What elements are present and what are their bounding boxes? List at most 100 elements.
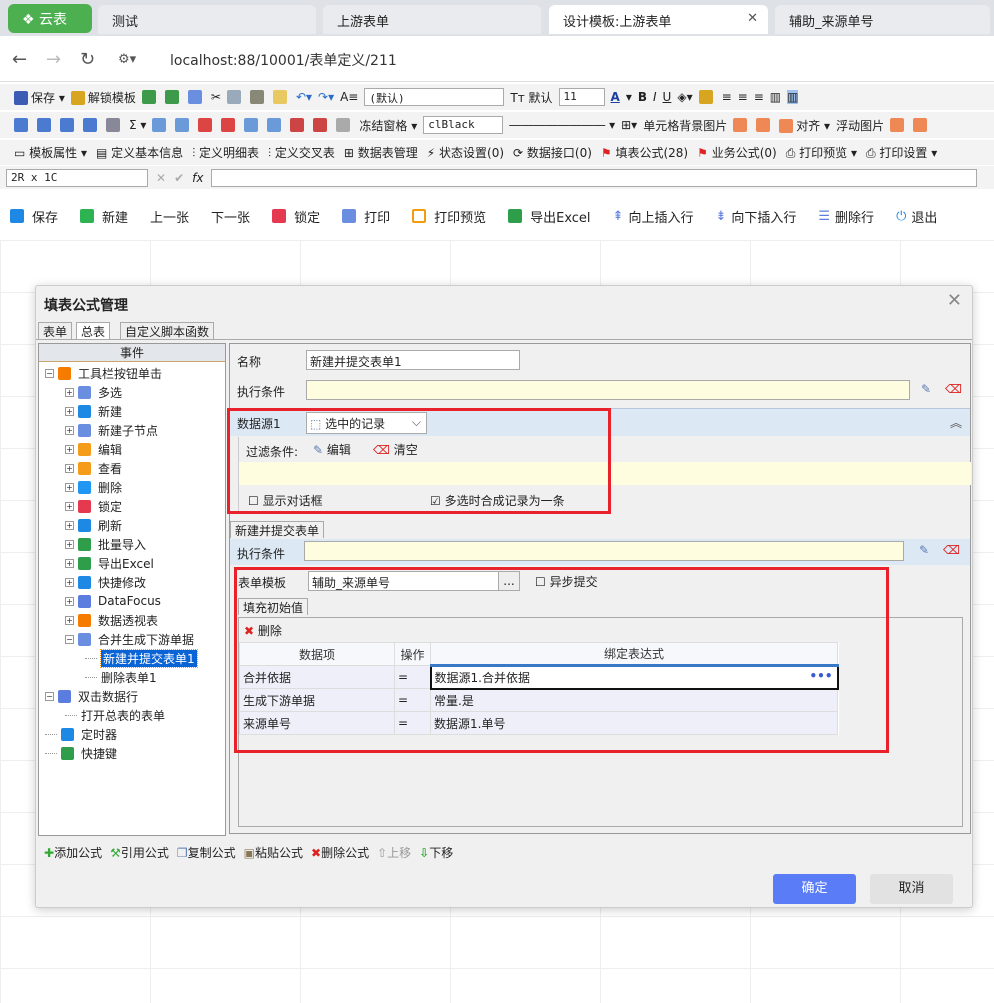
forward-icon[interactable]: → — [46, 49, 61, 70]
tree-node[interactable]: 删除表单1 — [85, 668, 157, 686]
browser-tab-active[interactable]: 设计模板:上游表单 ✕ — [549, 5, 768, 34]
cancel-icon[interactable]: ✕ — [156, 171, 166, 185]
add-formula-button[interactable]: ✚添加公式 — [44, 844, 102, 861]
color-select[interactable]: clBlack — [423, 116, 504, 134]
tree-node[interactable]: + 编辑 — [65, 440, 122, 458]
basic-info-tool[interactable]: ▤ 定义基本信息 — [96, 144, 183, 161]
eraser-icon[interactable]: ⌫ — [945, 382, 962, 396]
add-row-icon[interactable] — [175, 118, 190, 132]
tree-node[interactable]: 定时器 — [45, 725, 117, 743]
move-down-button[interactable]: ⇩下移 — [419, 844, 453, 861]
cut-icon[interactable]: ✂ — [211, 90, 221, 104]
close-icon[interactable]: ✕ — [947, 290, 962, 311]
delete-row-button[interactable]: ☰ 删除行 — [818, 207, 874, 226]
font-select[interactable]: (默认) — [364, 88, 505, 106]
align-left-icon[interactable]: ≡ — [722, 90, 732, 104]
browser-tab[interactable]: 测试 — [98, 5, 316, 34]
table-icon[interactable] — [14, 118, 28, 132]
insert-below-button[interactable]: ⇟ 向下插入行 — [715, 207, 796, 226]
unlock-tool[interactable]: 解锁模板 — [70, 89, 136, 106]
cross-table-tool[interactable]: ⫶ 定义交叉表 — [268, 144, 335, 161]
close-icon[interactable]: ✕ — [747, 11, 758, 26]
tab-master[interactable]: 总表 — [76, 322, 111, 339]
formula-input[interactable] — [211, 168, 978, 187]
line-style-select[interactable]: ―――――――― ▾ — [509, 118, 615, 132]
condition-input[interactable] — [306, 380, 910, 400]
font-color-icon[interactable]: A — [611, 90, 620, 104]
tree-node[interactable]: + 查看 — [65, 459, 122, 477]
delete-formula-button[interactable]: ✖删除公式 — [311, 844, 369, 861]
tree-node[interactable]: + 新建 — [65, 402, 122, 420]
tree-node[interactable]: + DataFocus — [65, 592, 161, 610]
tree-node[interactable]: 快捷键 — [45, 744, 117, 762]
merge-icon[interactable] — [106, 118, 120, 132]
tree-node[interactable]: + 导出Excel — [65, 554, 154, 572]
print-preview-button[interactable]: 打印预览 — [412, 207, 486, 226]
justify-icon[interactable]: ▥ — [787, 90, 799, 104]
tree-node[interactable]: + 多选 — [65, 383, 122, 401]
expand-icon[interactable]: + — [65, 482, 74, 492]
sum-icon[interactable]: Σ ▾ — [129, 118, 146, 132]
bold-icon[interactable]: B — [638, 90, 647, 104]
url-field[interactable]: localhost:88/10001/表单定义/211 — [170, 50, 397, 70]
lock-icon[interactable] — [698, 90, 713, 104]
save-button[interactable]: 保存 — [10, 207, 58, 226]
rows-icon[interactable] — [60, 118, 74, 132]
copy-icon[interactable] — [226, 90, 241, 104]
action-condition-input[interactable] — [304, 541, 904, 561]
expand-icon[interactable]: + — [65, 463, 74, 473]
default-tool[interactable]: Tт 默认 — [510, 89, 552, 106]
ref-formula-button[interactable]: ⚒引用公式 — [110, 844, 169, 861]
tree-node[interactable]: 新建并提交表单1 — [85, 648, 198, 668]
remove-image-icon[interactable] — [913, 118, 928, 132]
prev-button[interactable]: 上一张 — [150, 207, 189, 226]
export-icon[interactable] — [164, 90, 179, 104]
tree-node[interactable]: + 数据透视表 — [65, 611, 158, 629]
add-col-icon[interactable] — [267, 118, 282, 132]
collapse-icon[interactable]: − — [65, 634, 74, 644]
collapse-icon[interactable]: ︽ — [950, 414, 962, 431]
print-preview-tool[interactable]: ⎙ 打印预览 ▾ — [786, 144, 857, 161]
import-icon[interactable] — [141, 90, 156, 104]
distribute-icon[interactable]: ▥ — [770, 90, 781, 104]
confirm-icon[interactable]: ✔ — [174, 171, 184, 185]
site-info-icon[interactable]: ⚙▾ — [118, 52, 136, 67]
tree-node[interactable]: + 批量导入 — [65, 535, 146, 553]
detail-table-tool[interactable]: ⫶ 定义明细表 — [192, 144, 259, 161]
print-settings-tool[interactable]: ⎙ 打印设置 ▾ — [866, 144, 937, 161]
tree-node[interactable]: 打开总表的表单 — [65, 706, 165, 724]
tree-node[interactable]: − 合并生成下游单据 — [65, 630, 194, 648]
data-table-tool[interactable]: ⊞ 数据表管理 — [344, 144, 418, 161]
tree-node[interactable]: + 删除 — [65, 478, 122, 496]
copy-formula-button[interactable]: ❐复制公式 — [177, 844, 236, 861]
insert-col-icon[interactable] — [244, 118, 259, 132]
tree-node[interactable]: + 锁定 — [65, 497, 122, 515]
print-button[interactable]: 打印 — [342, 207, 390, 226]
expand-icon[interactable]: + — [65, 406, 74, 416]
app-logo-tab[interactable]: ❖ 云表 — [8, 4, 92, 33]
eraser-icon[interactable]: ⌫ — [943, 543, 960, 557]
expand-icon[interactable]: + — [65, 501, 74, 511]
remove-image-icon[interactable] — [756, 118, 771, 132]
float-image-tool[interactable]: 浮动图片 — [836, 117, 884, 134]
biz-formula-tool[interactable]: ⚑ 业务公式(0) — [697, 144, 777, 161]
collapse-icon[interactable]: − — [45, 691, 54, 701]
font-size-select[interactable]: 11 — [558, 88, 605, 106]
delete-row-icon[interactable] — [198, 118, 213, 132]
expand-icon[interactable]: + — [65, 577, 74, 587]
border-icon[interactable]: ⊞▾ — [621, 118, 637, 132]
data-interface-tool[interactable]: ⟳ 数据接口(0) — [513, 144, 592, 161]
collapse-icon[interactable]: − — [45, 368, 54, 378]
exit-icon[interactable] — [187, 90, 202, 104]
save-tool[interactable]: 保存 ▾ — [14, 89, 65, 106]
expand-icon[interactable]: + — [65, 539, 74, 549]
underline-icon[interactable]: U — [663, 90, 672, 104]
status-tool[interactable]: ⚡ 状态设置(0) — [427, 144, 504, 161]
align-center-icon[interactable]: ≡ — [738, 90, 748, 104]
paste-formula-button[interactable]: ▣粘贴公式 — [244, 844, 303, 861]
align-tool[interactable]: 对齐 ▾ — [779, 117, 830, 134]
insert-above-button[interactable]: ⇞ 向上插入行 — [613, 207, 694, 226]
tree-node[interactable]: − 工具栏按钮单击 — [45, 364, 162, 382]
cell-ref-select[interactable]: 2R x 1C — [6, 168, 148, 187]
fill-formula-tool[interactable]: ⚑ 填表公式(28) — [601, 144, 688, 161]
